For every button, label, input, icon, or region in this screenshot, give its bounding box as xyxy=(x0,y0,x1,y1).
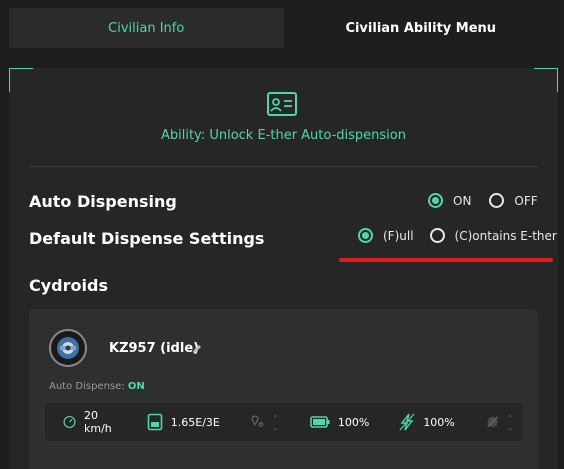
auto-dispense-label: Auto Dispense: xyxy=(49,381,125,392)
bolt-icon xyxy=(399,413,415,431)
auto-dispensing-label: Auto Dispensing xyxy=(29,192,177,211)
stat-tank: 1.65E/3E xyxy=(147,413,220,431)
stat-power: 100% xyxy=(399,413,455,431)
cydroid-name: KZ957 (idle) xyxy=(109,341,200,356)
radio-selected-icon[interactable] xyxy=(428,193,443,208)
auto-dispensing-radio-group: ON OFF xyxy=(428,193,538,208)
stat-power-value: 100% xyxy=(423,415,455,429)
ability-description: Ability: Unlock E-ther Auto-dispension xyxy=(160,128,406,143)
ability-panel: Ability: Unlock E-ther Auto-dispension A… xyxy=(9,68,558,469)
stat-location-value: -- xyxy=(273,409,278,435)
red-highlight-underline xyxy=(339,258,553,262)
dispense-full-option[interactable]: (F)ull xyxy=(358,228,414,243)
auto-dispense-value: ON xyxy=(127,381,145,392)
cydroid-card[interactable]: KZ957 (idle) Auto Dispense: ON 20 km/h 1… xyxy=(29,309,538,469)
stat-location: -- xyxy=(250,409,280,435)
tab-civilian-ability-menu[interactable]: Civilian Ability Menu xyxy=(283,8,558,48)
stat-signal: -- xyxy=(485,409,515,435)
auto-dispense-status: Auto Dispense: ON xyxy=(49,381,145,392)
default-dispense-radio-group: (F)ull (C)ontains E-ther xyxy=(358,228,557,243)
default-dispense-label: Default Dispense Settings xyxy=(29,229,265,248)
radio-selected-icon[interactable] xyxy=(358,228,373,243)
radio-unselected-icon[interactable] xyxy=(429,228,445,243)
auto-dispensing-on-option[interactable]: ON xyxy=(428,193,471,208)
divider xyxy=(29,166,538,167)
location-icon xyxy=(251,415,264,427)
battery-icon xyxy=(310,416,330,428)
stat-battery-value: 100% xyxy=(337,415,370,429)
cydroid-avatar xyxy=(49,329,87,367)
stat-signal-value: -- xyxy=(508,409,512,435)
pencil-edit-icon[interactable] xyxy=(191,343,203,355)
auto-dispensing-off-option[interactable]: OFF xyxy=(489,193,538,208)
cydroid-stats-bar: 20 km/h 1.65E/3E -- 100% 100% -- xyxy=(45,403,522,441)
tab-civilian-info[interactable]: Civilian Info xyxy=(9,8,284,48)
dispense-full-label: (F)ull xyxy=(383,228,414,243)
stat-battery: 100% xyxy=(310,415,369,429)
auto-dispensing-on-label: ON xyxy=(453,193,472,208)
corner-accent-left xyxy=(9,68,33,92)
cydroid-robot-icon xyxy=(57,337,79,359)
tank-icon xyxy=(147,413,163,431)
radio-unselected-icon[interactable] xyxy=(489,193,505,208)
dispense-contains-ether-option[interactable]: (C)ontains E-ther xyxy=(429,228,557,243)
speedometer-icon xyxy=(63,415,76,429)
corner-accent-right xyxy=(534,68,558,92)
auto-dispensing-off-label: OFF xyxy=(514,193,538,208)
stat-speed-value: 20 km/h xyxy=(84,409,112,435)
cydroids-title: Cydroids xyxy=(29,276,108,295)
tab-bar: Civilian Info Civilian Ability Menu xyxy=(9,8,558,48)
id-card-icon xyxy=(267,92,297,116)
stat-tank-value: 1.65E/3E xyxy=(170,415,220,429)
signal-icon xyxy=(486,416,498,428)
dispense-contains-ether-label: (C)ontains E-ther xyxy=(454,228,557,243)
stat-speed: 20 km/h xyxy=(63,409,117,435)
